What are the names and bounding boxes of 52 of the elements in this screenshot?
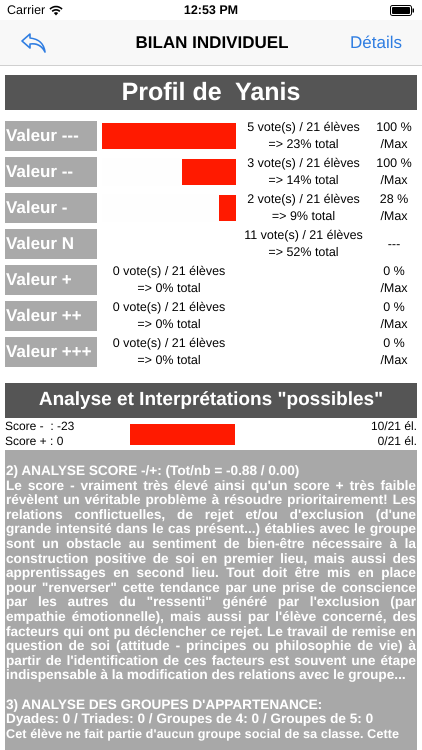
analysis-text: Cet élève ne fait partie d'aucun groupe social de sa classe. Cette bbox=[6, 726, 400, 742]
analysis-text: Dyades: 0 / Triades: 0 / Groupes de 4: 0 / Groupes de 5: 0 bbox=[6, 712, 374, 727]
clock-time: 12:53 PM bbox=[184, 2, 238, 19]
count-minus: 10/21 él. bbox=[370, 419, 417, 434]
vote-count: 3 vote(s) / 21 élèves bbox=[247, 155, 360, 172]
vote-count: 0 vote(s) / 21 élèves bbox=[112, 335, 226, 352]
value-label: Valeur -- bbox=[5, 157, 97, 187]
count-plus: 0/21 él. bbox=[378, 434, 417, 449]
max-label: /Max bbox=[380, 316, 408, 333]
max-label: /Max bbox=[380, 136, 408, 153]
vote-total: => 52% total bbox=[268, 244, 339, 261]
max-percent: 0 % bbox=[383, 335, 405, 352]
max-label: /Max bbox=[380, 172, 408, 189]
vote-count: 5 vote(s) / 21 élèves bbox=[247, 119, 360, 136]
max-percent: 0 % bbox=[383, 263, 405, 280]
max-percent: 100 % bbox=[376, 155, 412, 172]
max-percent: 28 % bbox=[380, 191, 408, 208]
score-minus: Score - : -23 bbox=[5, 419, 76, 434]
analysis-header: Analyse et Interprétations "possibles" bbox=[5, 383, 417, 418]
value-label: Valeur +++ bbox=[5, 337, 97, 367]
reply-arrow-icon bbox=[20, 32, 47, 54]
analysis-heading: 3) ANALYSE DES GROUPES D'APPARTENANCE: bbox=[6, 698, 324, 712]
screen-title: BILAN INDIVIDUEL bbox=[136, 32, 289, 54]
analysis-heading: 2) ANALYSE SCORE -/+: (Tot/nb = -0.88 / 0.00) bbox=[6, 464, 300, 479]
max-label: /Max bbox=[380, 208, 408, 225]
vote-total: => 0% total bbox=[137, 280, 201, 297]
max-percent: 0 % bbox=[383, 299, 405, 316]
value-label: Valeur --- bbox=[5, 121, 97, 151]
vote-count: 0 vote(s) / 21 élèves bbox=[112, 299, 226, 316]
value-label: Valeur - bbox=[5, 193, 97, 223]
vote-total: => 9% total bbox=[272, 208, 336, 225]
battery-icon bbox=[390, 4, 415, 16]
profile-header: Profil de Yanis bbox=[5, 75, 417, 110]
vote-count: 2 vote(s) / 21 élèves bbox=[247, 191, 360, 208]
max-percent: 100 % bbox=[376, 119, 412, 136]
score-plus: Score + : 0 bbox=[5, 434, 64, 449]
vote-count: 0 vote(s) / 21 élèves bbox=[112, 263, 226, 280]
wifi-icon bbox=[49, 4, 64, 16]
details-button[interactable]: Détails bbox=[350, 30, 402, 56]
value-label: Valeur ++ bbox=[5, 301, 97, 331]
value-label: Valeur + bbox=[5, 265, 97, 295]
carrier-label: Carrier bbox=[7, 2, 46, 19]
max-percent: --- bbox=[388, 236, 400, 252]
vote-total: => 0% total bbox=[137, 316, 201, 333]
analysis-text: Le score - vraiment très élevé ainsi qu'un score + très faible révèlent un véritable problème à résoudre prioritairement! Les relations conflictuelles, de rejet et/ou d'exclusion (d'une grande intensité dans le cas présent...) établies avec le groupe sont un obstacle au sentiment de bien-être nécessaire à la construction positive de soi en premier lieu, mais aussi des apprentissages en second lieu. Tout doit être mis en place pour "renverser" cette tendance par une prise de conscience par les autres du "ressenti" généré par l'exclusion (par empathie émotionnelle), mais aussi par l'élève concerné, des facteurs qui ont pu déclencher ce rejet. Le travail de remise en question de soi (attitude - principes ou philosophie de vie) à partir de l'identification de ces facteurs est souvent une étape indispensable à la modification des relations avec le groupe... bbox=[6, 478, 416, 683]
max-label: /Max bbox=[380, 352, 408, 369]
vote-count: 11 vote(s) / 21 élèves bbox=[244, 227, 363, 244]
value-label: Valeur N bbox=[5, 229, 97, 259]
vote-total: => 0% total bbox=[137, 352, 201, 369]
vote-total: => 23% total bbox=[268, 136, 339, 153]
vote-total: => 14% total bbox=[268, 172, 339, 189]
max-label: /Max bbox=[380, 280, 408, 297]
